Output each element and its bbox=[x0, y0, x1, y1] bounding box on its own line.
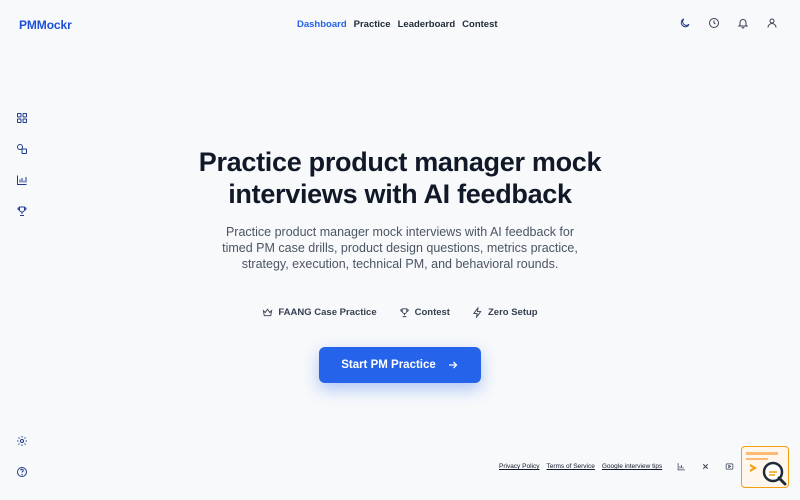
sidebar-bottom bbox=[16, 435, 28, 478]
search-widget[interactable] bbox=[741, 446, 789, 488]
moon-icon[interactable] bbox=[679, 17, 691, 29]
top-bar: PMMockr Dashboard Practice Leaderboard C… bbox=[0, 0, 800, 48]
hero-description: Practice product manager mock interviews… bbox=[222, 225, 578, 271]
privacy-policy-link[interactable]: Privacy Policy bbox=[499, 463, 539, 470]
nav-contest[interactable]: Contest bbox=[462, 19, 497, 30]
trophy-icon bbox=[399, 307, 410, 318]
help-icon[interactable] bbox=[16, 466, 28, 478]
bell-icon[interactable] bbox=[737, 17, 749, 29]
nav-practice[interactable]: Practice bbox=[354, 19, 391, 30]
feature-item: Zero Setup bbox=[472, 307, 538, 318]
arrow-right-icon bbox=[447, 359, 459, 371]
close-icon[interactable] bbox=[701, 462, 710, 471]
settings-icon[interactable] bbox=[16, 435, 28, 447]
search-widget-icon bbox=[746, 452, 787, 486]
bar-chart-icon[interactable] bbox=[677, 462, 686, 471]
bolt-icon bbox=[472, 307, 483, 318]
start-practice-button[interactable]: Start PM Practice bbox=[319, 347, 481, 383]
feature-item: Contest bbox=[399, 307, 450, 318]
nav-leaderboard[interactable]: Leaderboard bbox=[398, 19, 456, 30]
terms-of-service-link[interactable]: Terms of Service bbox=[546, 463, 594, 470]
feature-item: FAANG Case Practice bbox=[262, 307, 377, 318]
nav-dashboard[interactable]: Dashboard bbox=[297, 19, 347, 30]
crown-icon bbox=[262, 307, 273, 318]
footer-bar: Privacy Policy Terms of Service Google i… bbox=[499, 462, 734, 471]
hero-section: Practice product manager mock interviews… bbox=[0, 146, 800, 272]
hero-title: Practice product manager mock interviews… bbox=[198, 147, 602, 209]
feature-label: FAANG Case Practice bbox=[278, 307, 377, 318]
brand-logo[interactable]: PMMockr bbox=[19, 18, 72, 32]
feature-list: FAANG Case Practice Contest Zero Setup bbox=[0, 307, 800, 318]
clock-icon[interactable] bbox=[708, 17, 720, 29]
main-nav: Dashboard Practice Leaderboard Contest bbox=[297, 19, 498, 30]
feature-label: Zero Setup bbox=[487, 307, 538, 318]
grid-icon[interactable] bbox=[16, 112, 28, 124]
feature-label: Contest bbox=[414, 307, 450, 318]
header-actions bbox=[679, 17, 778, 29]
interview-tips-link[interactable]: Google interview tips bbox=[602, 463, 662, 470]
play-icon[interactable] bbox=[725, 462, 734, 471]
user-icon[interactable] bbox=[766, 17, 778, 29]
start-practice-label: Start PM Practice bbox=[341, 359, 436, 371]
